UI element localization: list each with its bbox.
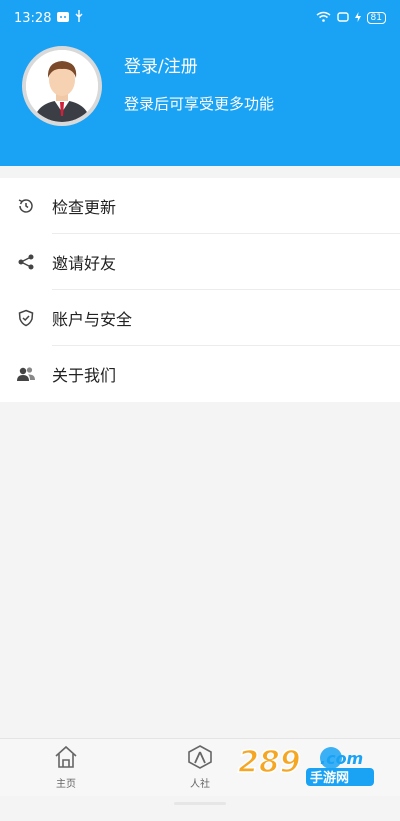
login-register-link[interactable]: 登录/注册 [124,52,198,77]
menu-item-label: 邀请好友 [52,254,117,273]
status-bar: 13:28 81 [0,0,400,36]
profile-header: 13:28 81 登录/注册 登录后可享受更多功能 [0,0,400,166]
menu-item-about-us[interactable]: 关于我们 [0,346,400,402]
wifi-icon [316,11,331,26]
tab-social-security[interactable]: 人社 [170,745,230,790]
home-indicator [174,802,226,805]
avatar[interactable] [22,46,102,126]
tab-label: 人社 [190,779,210,790]
notification-icon [57,11,70,26]
svg-text:手游网: 手游网 [310,770,349,786]
settings-menu: 检查更新 邀请好友 账户与安全 关于我们 [0,178,400,402]
screen-icon [336,11,349,26]
menu-item-label: 关于我们 [52,366,117,385]
svg-text:289: 289 [238,745,301,780]
battery-icon: 81 [366,12,386,24]
tab-home[interactable]: 主页 [36,745,96,790]
status-time: 13:28 [14,10,52,26]
shield-icon [16,308,36,328]
clock-icon [16,196,36,216]
menu-item-invite-friends[interactable]: 邀请好友 [0,234,400,290]
tab-label: 主页 [56,779,76,790]
menu-item-check-update[interactable]: 检查更新 [0,178,400,234]
charging-icon [354,11,361,26]
usb-icon [75,10,83,26]
users-icon [16,364,36,384]
menu-item-label: 检查更新 [52,198,117,217]
menu-item-label: 账户与安全 [52,310,133,329]
svg-text:.com: .com [320,749,363,768]
menu-item-account-security[interactable]: 账户与安全 [0,290,400,346]
login-hint: 登录后可享受更多功能 [124,95,275,113]
watermark-logo: 289 .com 手游网 [236,742,376,792]
person-icon [187,745,213,773]
share-icon [16,252,36,272]
home-icon [53,745,79,773]
